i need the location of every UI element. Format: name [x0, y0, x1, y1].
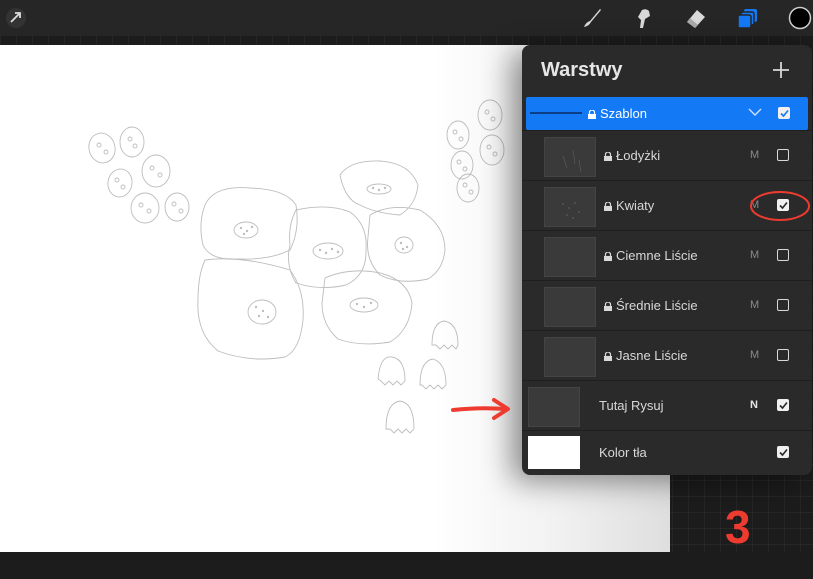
panel-header: Warstwy [522, 45, 812, 95]
lock-icon [604, 202, 612, 211]
top-toolbar [0, 0, 813, 36]
brush-icon[interactable] [578, 4, 606, 32]
layer-visibility-checkbox[interactable] [777, 399, 789, 411]
blend-mode[interactable]: M [750, 349, 759, 361]
actions-arrow-icon[interactable] [2, 4, 30, 32]
color-swatch[interactable] [786, 4, 813, 32]
layers-icon[interactable] [734, 4, 762, 32]
layer-thumbnail [544, 237, 596, 277]
layer-thumbnail [544, 187, 596, 227]
layer-name: Szablon [600, 106, 647, 121]
layer-row-lodyzki[interactable]: Łodyżki M [522, 130, 812, 180]
layer-thumbnail [528, 387, 580, 427]
layer-name: Kolor tła [599, 445, 647, 460]
layer-name: Tutaj Rysuj [599, 398, 664, 413]
layer-row-jasne-liscie[interactable]: Jasne Liście M [522, 330, 812, 380]
layer-thumbnail [530, 112, 582, 114]
layer-name-wrap: Ciemne Liście [604, 248, 698, 263]
layer-name-wrap: Łodyżki [604, 148, 660, 163]
blend-mode[interactable]: N [750, 399, 758, 411]
layer-row-tutaj-rysuj[interactable]: Tutaj Rysuj N [522, 380, 812, 430]
highlight-circle [750, 191, 810, 221]
eraser-icon[interactable] [682, 4, 710, 32]
layer-name: Kwiaty [616, 198, 655, 213]
layer-row-szablon[interactable]: Szablon [526, 97, 808, 130]
step-number: 3 [725, 501, 751, 553]
layer-name-wrap: Kwiaty [604, 198, 654, 213]
lock-icon [604, 352, 612, 361]
layer-row-srednie-liscie[interactable]: Średnie Liście M [522, 280, 812, 330]
layer-name-wrap: Szablon [588, 106, 647, 121]
layer-name-wrap: Jasne Liście [604, 348, 688, 363]
layer-name: Średnie Liście [616, 298, 698, 313]
chevron-down-icon[interactable] [748, 107, 762, 117]
layer-thumbnail [544, 137, 596, 177]
layers-panel: Warstwy Szablon Łodyżki M Kwiaty M Ciemn… [522, 45, 812, 475]
panel-title: Warstwy [541, 59, 623, 81]
layer-thumbnail [544, 287, 596, 327]
layer-visibility-checkbox[interactable] [777, 249, 789, 261]
smudge-icon[interactable] [630, 4, 658, 32]
lock-icon [604, 302, 612, 311]
layer-visibility-checkbox[interactable] [777, 299, 789, 311]
lock-icon [604, 152, 612, 161]
layer-visibility-checkbox[interactable] [777, 349, 789, 361]
layer-name: Łodyżki [616, 148, 661, 163]
plus-icon[interactable] [770, 59, 792, 81]
layer-name: Ciemne Liście [616, 248, 698, 263]
lock-icon [588, 110, 596, 119]
layer-visibility-checkbox[interactable] [777, 446, 789, 458]
blend-mode[interactable]: M [750, 149, 759, 161]
blend-mode[interactable]: M [750, 249, 759, 261]
lock-icon [604, 252, 612, 261]
layer-row-ciemne-liscie[interactable]: Ciemne Liście M [522, 230, 812, 280]
pointer-arrow-icon [451, 398, 510, 420]
layer-name: Jasne Liście [616, 348, 688, 363]
background-color-swatch [528, 436, 580, 469]
bottom-bar [0, 552, 813, 579]
layer-row-kolor-tla[interactable]: Kolor tła [522, 430, 812, 475]
layer-visibility-checkbox[interactable] [777, 149, 789, 161]
layer-visibility-checkbox[interactable] [778, 107, 790, 119]
layer-thumbnail [544, 337, 596, 377]
blend-mode[interactable]: M [750, 299, 759, 311]
layer-name-wrap: Średnie Liście [604, 298, 698, 313]
